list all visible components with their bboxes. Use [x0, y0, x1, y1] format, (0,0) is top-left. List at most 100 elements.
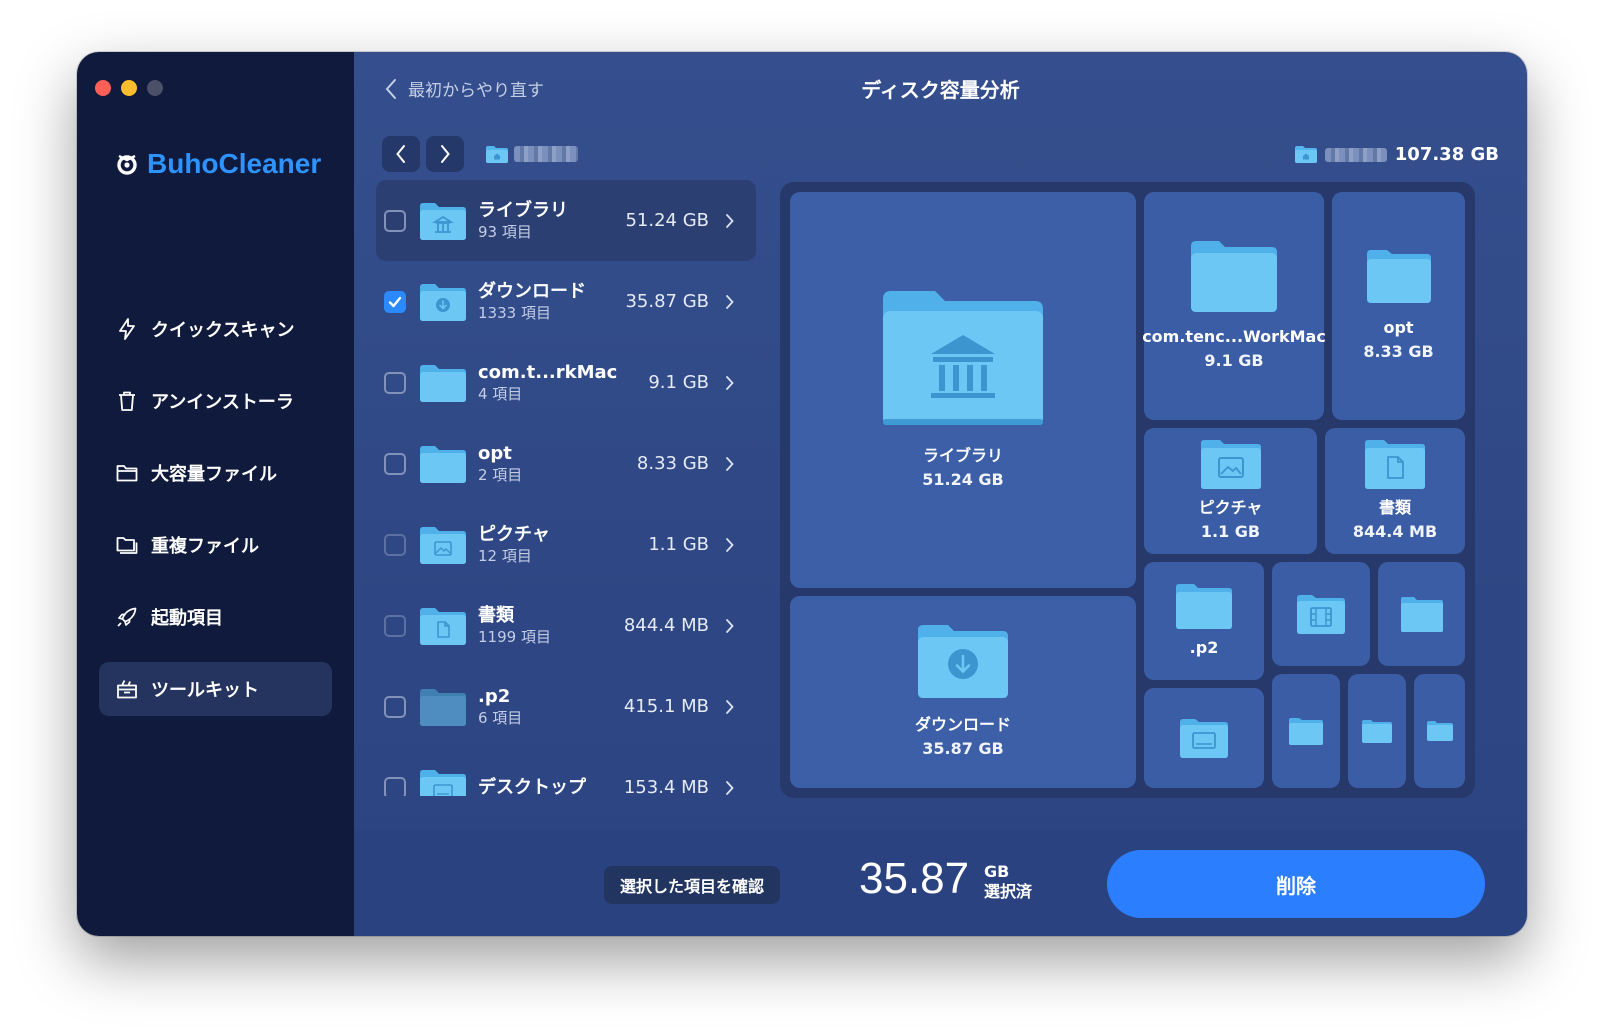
- selected-size-value: 35.87: [859, 854, 970, 903]
- desktop-folder-icon: [1180, 719, 1228, 758]
- download-folder-icon: [420, 283, 466, 321]
- delete-button[interactable]: 削除: [1107, 850, 1485, 918]
- item-count: 4 項目: [478, 384, 523, 403]
- chevron-right-icon[interactable]: [725, 537, 734, 553]
- folder-icon: [1289, 718, 1323, 745]
- treemap-tile-library[interactable]: ライブラリ 51.24 GB: [790, 192, 1136, 588]
- item-checkbox[interactable]: [384, 776, 406, 796]
- treemap-tile-small-1[interactable]: [1272, 674, 1340, 788]
- item-count: 1333 項目: [478, 303, 551, 322]
- list-item[interactable]: ダウンロード 1333 項目 35.87 GB: [376, 261, 756, 342]
- item-count: 12 項目: [478, 546, 532, 565]
- treemap-tile-movies[interactable]: [1272, 562, 1370, 666]
- tile-size: 35.87 GB: [922, 738, 1004, 758]
- tile-label: ダウンロード: [914, 714, 1011, 734]
- item-name: com.t...rkMac: [478, 361, 618, 383]
- chevron-right-icon[interactable]: [725, 699, 734, 715]
- buho-logo-icon: [117, 154, 137, 175]
- chevron-right-icon[interactable]: [725, 294, 734, 310]
- treemap-tile-small-2[interactable]: [1348, 674, 1406, 788]
- tile-label: .p2: [1189, 637, 1219, 657]
- rocket-icon: [117, 607, 137, 627]
- chevron-right-icon[interactable]: [725, 780, 734, 796]
- treemap-tile-desktop[interactable]: [1144, 688, 1264, 788]
- chevron-right-icon[interactable]: [725, 375, 734, 391]
- folder-icon: [1366, 249, 1431, 303]
- folder-icon: [116, 465, 138, 482]
- item-name: ライブラリ: [478, 199, 568, 221]
- chevron-right-icon[interactable]: [725, 213, 734, 229]
- documents-folder-icon: [420, 607, 466, 645]
- tile-size: 9.1 GB: [1204, 350, 1264, 370]
- desktop-folder-icon: [420, 769, 466, 796]
- chevron-right-icon[interactable]: [725, 618, 734, 634]
- sidebar-item-uninstaller[interactable]: アンインストーラ: [99, 374, 332, 428]
- back-button[interactable]: [382, 136, 420, 172]
- chevron-right-icon[interactable]: [725, 456, 734, 472]
- folder-icon: [1176, 583, 1232, 629]
- item-checkbox[interactable]: [384, 371, 406, 394]
- sidebar-item-large-files[interactable]: 大容量ファイル: [99, 446, 332, 500]
- item-name: 書類: [478, 604, 514, 626]
- folder-icon: [420, 688, 466, 726]
- item-checkbox[interactable]: [384, 533, 406, 556]
- item-checkbox[interactable]: [384, 290, 406, 313]
- treemap-tile-downloads[interactable]: ダウンロード 35.87 GB: [790, 596, 1136, 788]
- list-item[interactable]: デスクトップ 153.4 MB: [376, 747, 756, 796]
- tile-label: opt: [1383, 317, 1414, 337]
- home-folder-icon: [1294, 146, 1317, 163]
- toolkit-icon: [117, 680, 137, 699]
- forward-button[interactable]: [426, 136, 464, 172]
- list-item[interactable]: ライブラリ 93 項目 51.24 GB: [376, 180, 756, 261]
- sidebar-item-label: ツールキット: [151, 680, 259, 701]
- tile-label: ライブラリ: [922, 445, 1003, 465]
- item-count: 2 項目: [478, 465, 523, 484]
- sidebar-item-quick-scan[interactable]: クイックスキャン: [99, 302, 332, 356]
- tile-label: 書類: [1378, 497, 1411, 517]
- sidebar-nav: クイックスキャン アンインストーラ 大容量ファイル 重複ファイル 起動項目 ツー…: [99, 302, 332, 734]
- zoom-window-button[interactable]: [147, 80, 163, 96]
- minimize-window-button[interactable]: [121, 80, 137, 96]
- treemap-tile-pictures[interactable]: ピクチャ 1.1 GB: [1144, 428, 1317, 554]
- sidebar-item-duplicates[interactable]: 重複ファイル: [99, 518, 332, 572]
- item-checkbox[interactable]: [384, 209, 406, 232]
- treemap-tile-opt[interactable]: opt 8.33 GB: [1332, 192, 1465, 420]
- selected-size-unit: GB: [984, 862, 1010, 881]
- folder-icon: [1362, 720, 1392, 743]
- redacted-username: [514, 146, 578, 162]
- treemap-tile-small-3[interactable]: [1414, 674, 1465, 788]
- treemap-tile-com[interactable]: com.tenc...WorkMac 9.1 GB: [1142, 192, 1326, 420]
- item-size: 844.4 MB: [623, 615, 709, 636]
- treemap-tile-folder[interactable]: [1378, 562, 1465, 666]
- item-size: 35.87 GB: [625, 291, 709, 312]
- treemap-tile-p2[interactable]: .p2: [1144, 562, 1264, 680]
- list-item[interactable]: opt 2 項目 8.33 GB: [376, 423, 756, 504]
- sidebar-item-label: クイックスキャン: [151, 320, 295, 341]
- sidebar-item-label: アンインストーラ: [151, 392, 294, 413]
- list-item[interactable]: ピクチャ 12 項目 1.1 GB: [376, 504, 756, 585]
- library-folder-icon: [883, 290, 1043, 425]
- review-selected-button[interactable]: 選択した項目を確認: [604, 866, 781, 904]
- close-window-button[interactable]: [95, 80, 111, 96]
- brand: BuhoCleaner: [115, 148, 321, 180]
- item-size: 153.4 MB: [623, 777, 709, 796]
- list-item[interactable]: 書類 1199 項目 844.4 MB: [376, 585, 756, 666]
- page-title: ディスク容量分析: [861, 78, 1020, 102]
- total-size: 107.38 GB: [1294, 144, 1499, 165]
- treemap-tile-documents[interactable]: 書類 844.4 MB: [1325, 428, 1465, 554]
- tile-size: 51.24 GB: [922, 469, 1004, 489]
- sidebar-item-startup-items[interactable]: 起動項目: [99, 590, 332, 644]
- list-item[interactable]: .p2 6 項目 415.1 MB: [376, 666, 756, 747]
- item-checkbox[interactable]: [384, 452, 406, 475]
- sidebar-item-toolkit[interactable]: ツールキット: [99, 662, 332, 716]
- sidebar-item-label: 起動項目: [151, 608, 223, 629]
- current-folder-breadcrumb[interactable]: [486, 145, 578, 163]
- tile-label: com.tenc...WorkMac: [1142, 326, 1326, 346]
- list-item[interactable]: com.t...rkMac 4 項目 9.1 GB: [376, 342, 756, 423]
- item-checkbox[interactable]: [384, 614, 406, 637]
- item-name: ピクチャ: [478, 523, 550, 545]
- folder-icon: [1400, 597, 1443, 632]
- redacted-username: [1324, 147, 1387, 162]
- window-controls: [95, 80, 163, 96]
- item-checkbox[interactable]: [384, 695, 406, 718]
